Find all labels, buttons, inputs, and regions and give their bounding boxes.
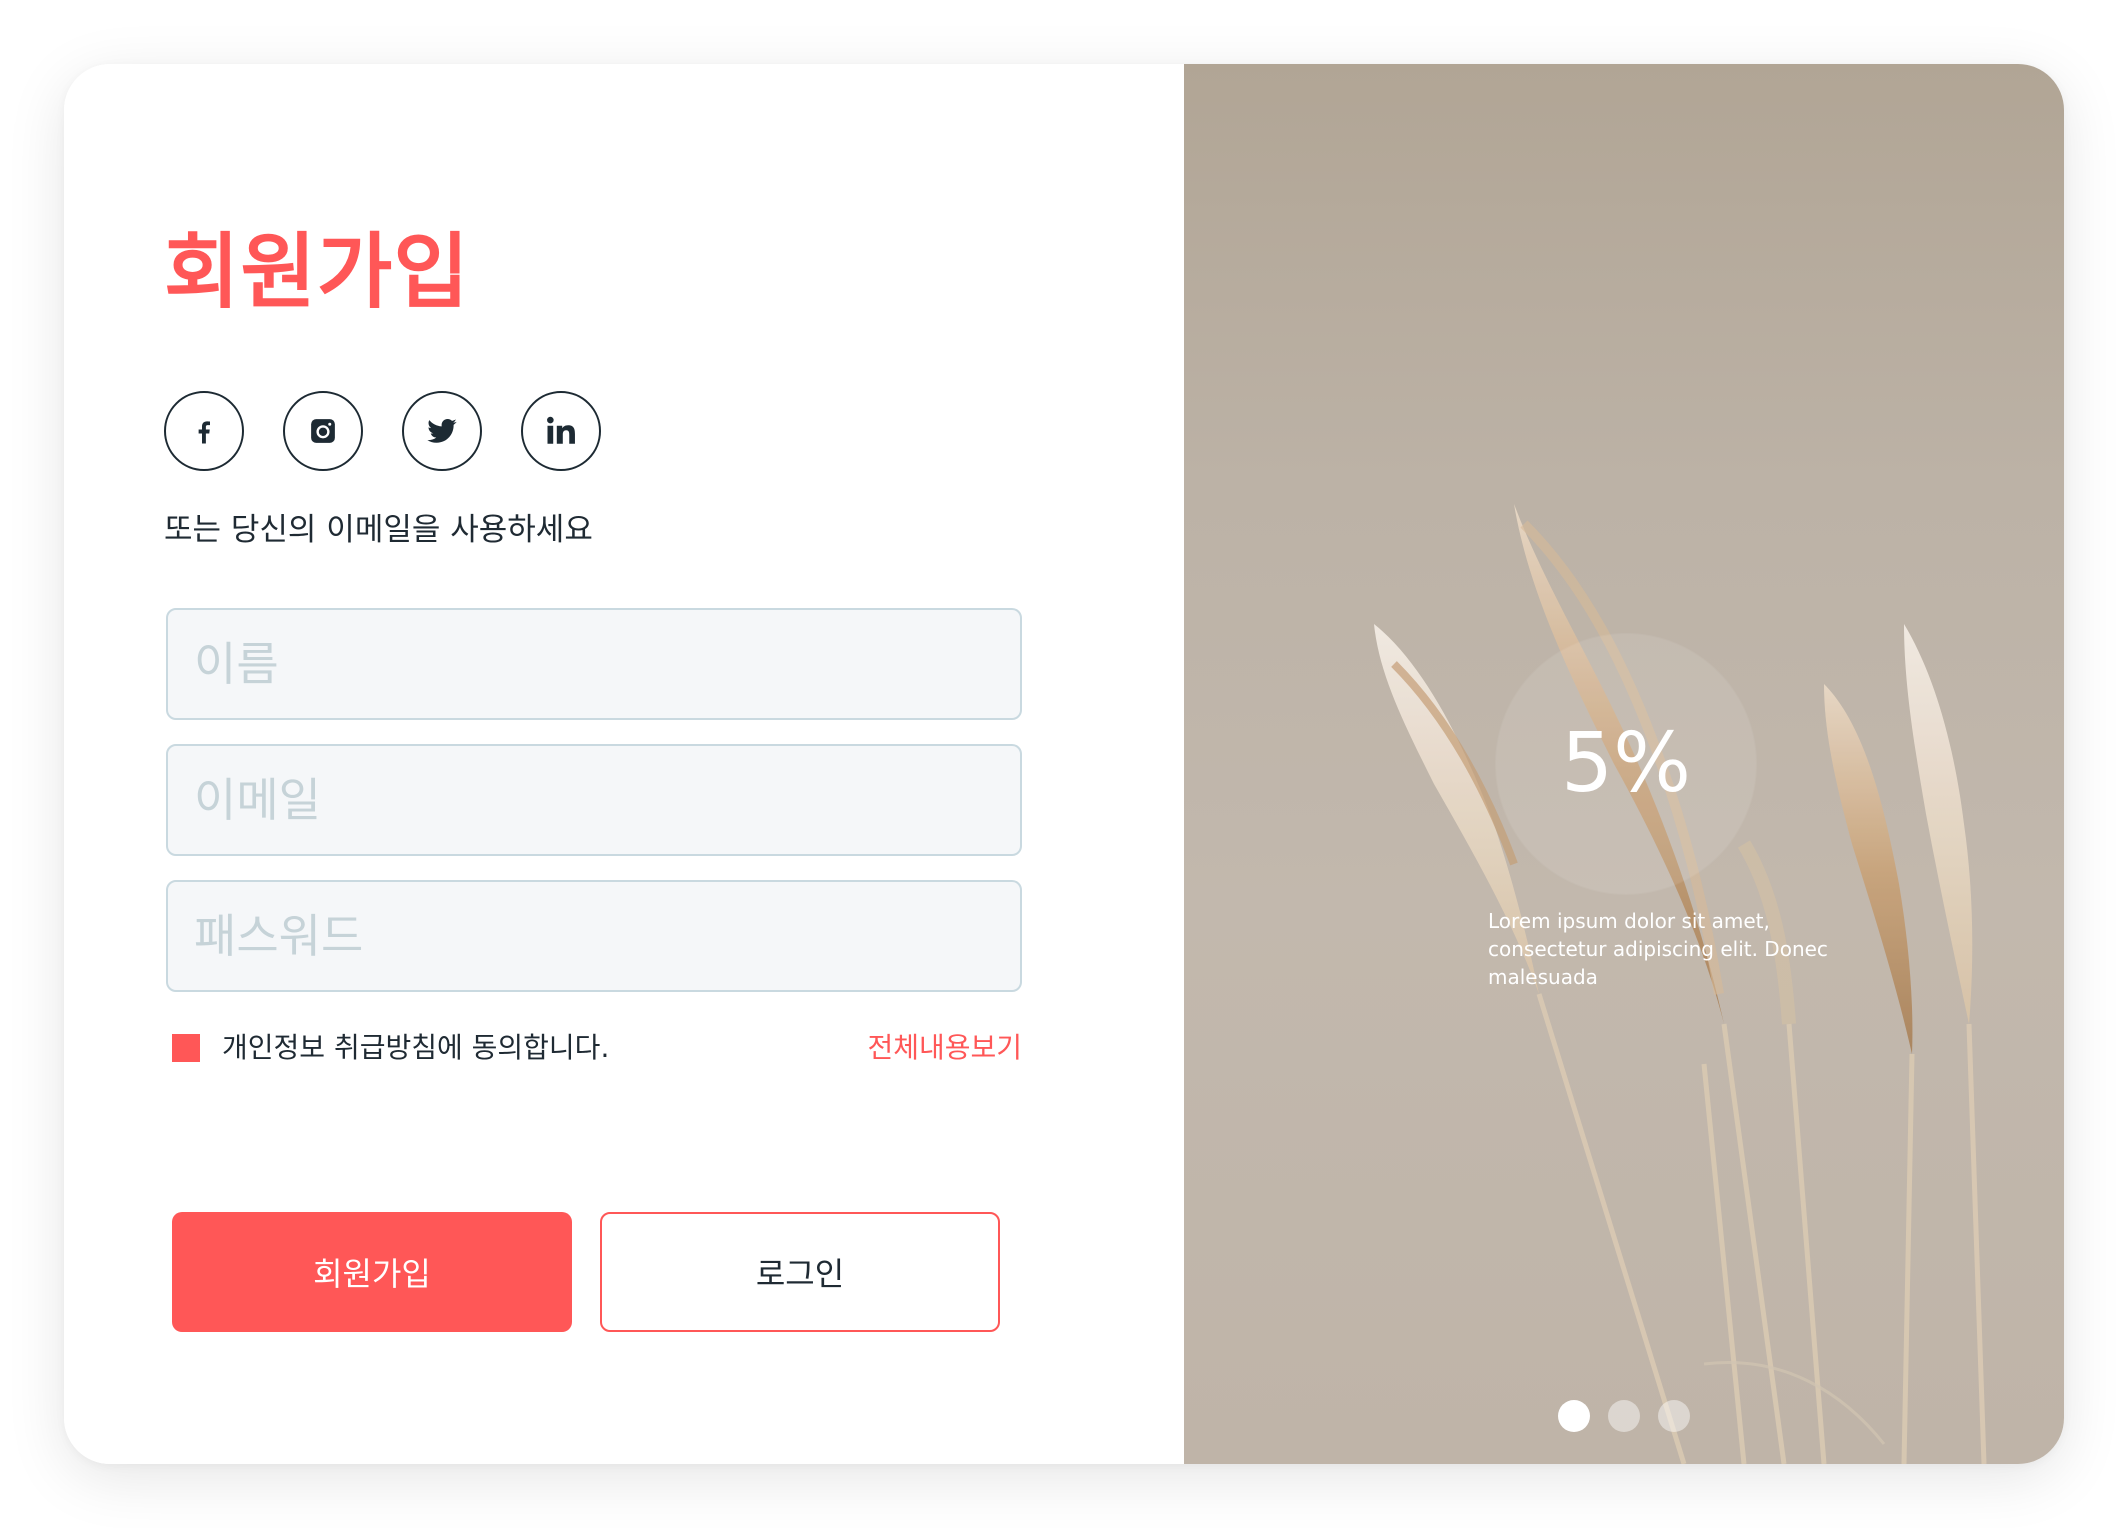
slide-dot-3[interactable] bbox=[1658, 1400, 1690, 1432]
agreement-checkbox[interactable] bbox=[172, 1034, 200, 1062]
slide-dot-2[interactable] bbox=[1608, 1400, 1640, 1432]
instagram-icon bbox=[311, 419, 335, 443]
facebook-button[interactable] bbox=[164, 391, 244, 471]
login-button[interactable]: 로그인 bbox=[600, 1212, 1000, 1332]
agreement-row: 개인정보 취급방침에 동의합니다. 전체내용보기 bbox=[172, 1028, 1022, 1068]
email-field[interactable] bbox=[166, 744, 1022, 856]
agreement-label: 개인정보 취급방침에 동의합니다. bbox=[222, 1031, 610, 1064]
linkedin-button[interactable] bbox=[521, 391, 601, 471]
promo-caption: Lorem ipsum dolor sit amet, consectetur … bbox=[1488, 909, 1828, 989]
subtitle: 또는 당신의 이메일을 사용하세요 bbox=[164, 512, 593, 548]
linkedin-icon bbox=[547, 416, 575, 444]
social-login-row bbox=[164, 391, 601, 471]
promo-panel: 5% Lorem ipsum dolor sit amet, consectet… bbox=[1184, 64, 2064, 1464]
slide-indicators bbox=[1558, 1400, 1690, 1432]
page-title: 회원가입 bbox=[164, 225, 470, 320]
twitter-button[interactable] bbox=[402, 391, 482, 471]
instagram-button[interactable] bbox=[283, 391, 363, 471]
signup-panel: 회원가입 또는 당신의 이메일을 사용하세요 이름 이메일 개인정보 취급방침에… bbox=[64, 64, 1184, 1464]
progress-percent: 5% bbox=[1560, 716, 1692, 811]
view-all-link[interactable]: 전체내용보기 bbox=[867, 1028, 1022, 1068]
slide-dot-1[interactable] bbox=[1558, 1400, 1590, 1432]
signup-button[interactable]: 회원가입 bbox=[172, 1212, 572, 1332]
twitter-icon bbox=[427, 419, 457, 443]
name-field[interactable] bbox=[166, 608, 1022, 720]
password-field[interactable] bbox=[166, 880, 1022, 992]
signup-card: 회원가입 또는 당신의 이메일을 사용하세요 이름 이메일 개인정보 취급방침에… bbox=[64, 64, 2064, 1464]
facebook-icon bbox=[198, 421, 210, 444]
